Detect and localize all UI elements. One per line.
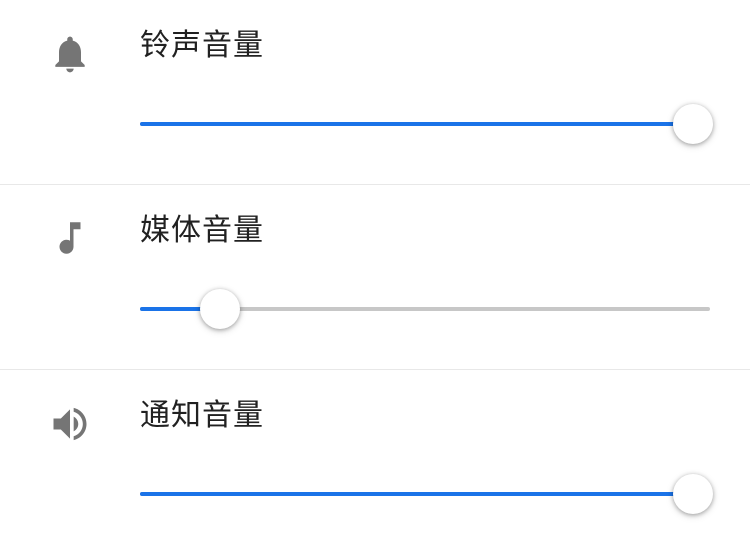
slider-thumb[interactable] xyxy=(200,289,240,329)
slider-thumb[interactable] xyxy=(673,104,713,144)
media-volume-row: 媒体音量 xyxy=(0,185,750,370)
speaker-icon xyxy=(48,402,92,446)
ringtone-label: 铃声音量 xyxy=(140,20,710,64)
notification-volume-row: 通知音量 xyxy=(0,370,750,554)
media-content: 媒体音量 xyxy=(140,205,750,329)
ringtone-volume-row: 铃声音量 xyxy=(0,0,750,185)
slider-fill xyxy=(140,492,693,496)
ringtone-slider[interactable] xyxy=(140,104,710,144)
notification-content: 通知音量 xyxy=(140,390,750,514)
music-note-icon xyxy=(49,217,91,259)
icon-container xyxy=(0,390,140,446)
media-slider[interactable] xyxy=(140,289,710,329)
slider-thumb[interactable] xyxy=(673,474,713,514)
notification-label: 通知音量 xyxy=(140,390,710,434)
bell-icon xyxy=(48,32,92,76)
media-label: 媒体音量 xyxy=(140,205,710,249)
icon-container xyxy=(0,20,140,76)
slider-fill xyxy=(140,122,693,126)
volume-settings-list: 铃声音量 媒体音量 xyxy=(0,0,750,554)
icon-container xyxy=(0,205,140,259)
notification-slider[interactable] xyxy=(140,474,710,514)
ringtone-content: 铃声音量 xyxy=(140,20,750,144)
